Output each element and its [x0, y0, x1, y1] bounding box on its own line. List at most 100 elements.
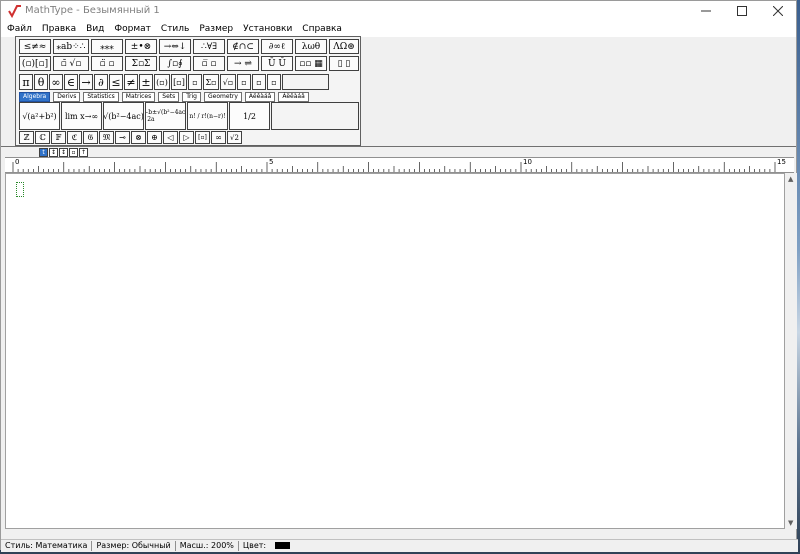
menu-size[interactable]: Размер	[199, 24, 233, 34]
template-quadratic-formula[interactable]: −b±√(b²−4ac) / 2a	[145, 102, 186, 130]
bottom-symbol-left-triangle[interactable]: ◁	[163, 131, 178, 144]
template-hypotenuse[interactable]: √(a²+b²)	[19, 102, 60, 130]
menu-view[interactable]: Вид	[86, 24, 104, 34]
palette-boxes-button[interactable]: ▯ ▯	[329, 56, 359, 71]
template-discriminant[interactable]: √(b²−4ac)	[103, 102, 144, 130]
bottom-template-sqrt2[interactable]: √2	[227, 131, 242, 144]
palette-relations-button[interactable]: ≤≠≈	[19, 39, 51, 54]
symbol-leq-button[interactable]: ≤	[109, 74, 123, 90]
bottom-symbol-fraktur-c[interactable]: ℭ	[67, 131, 82, 144]
template-superscript-button[interactable]: ▫	[237, 74, 251, 90]
menu-edit[interactable]: Правка	[42, 24, 76, 34]
palette-bottom-row: ℤ ℂ 𝔽 ℭ 𝔊 𝔐 ⊸ ⊗ ⊕ ◁ ▷ [▫] ∞ √2	[19, 131, 243, 144]
palette-greek-upper-button[interactable]: ΛΩ⊛	[329, 39, 359, 54]
palette-bars-button[interactable]: ▫̅ ▫	[193, 56, 225, 71]
template-sum-button[interactable]: Σ▫	[203, 74, 219, 90]
size-toolbar: t ↕ ↕ ▫ ↑	[39, 148, 89, 157]
tab-statistics[interactable]: Statistics	[83, 92, 119, 102]
size-subsymbol-button[interactable]: ↑	[79, 148, 88, 157]
symbol-arrow-button[interactable]: →	[79, 74, 93, 90]
horizontal-scrollbar[interactable]	[5, 529, 785, 539]
template-combination[interactable]: n! / r!(n−r)!	[187, 102, 228, 130]
bottom-symbol-multimap[interactable]: ⊸	[115, 131, 130, 144]
bottom-symbol-fraktur-g[interactable]: 𝔊	[83, 131, 98, 144]
bottom-symbol-field[interactable]: 𝔽	[51, 131, 66, 144]
ruler-label-5: 5	[269, 158, 274, 166]
tab-custom-1[interactable]: Àëêàáâ	[244, 92, 276, 102]
template-parentheses-button[interactable]: (▫)	[154, 74, 170, 90]
palette-labeled-arrows-button[interactable]: → ⇌	[227, 56, 259, 71]
bottom-symbol-integers[interactable]: ℤ	[19, 131, 34, 144]
bottom-symbol-right-triangle[interactable]: ▷	[179, 131, 194, 144]
status-size: Размер: Обычный	[92, 541, 176, 551]
size-subsub-button[interactable]: ↕	[59, 148, 68, 157]
menu-help[interactable]: Справка	[302, 24, 342, 34]
close-button[interactable]	[760, 1, 796, 21]
palette-fences-button[interactable]: (▫)[▫]	[19, 56, 51, 71]
tab-custom-2[interactable]: Àëêàáâ	[278, 92, 309, 102]
tab-matrices[interactable]: Matrices	[121, 92, 156, 102]
scroll-up-icon[interactable]: ▲	[788, 175, 793, 183]
palette-fractions-button[interactable]: ▫̄ √▫	[53, 56, 89, 71]
palette-logic-button[interactable]: ∴∀∃	[193, 39, 225, 54]
status-style: Стиль: Математика	[1, 541, 93, 551]
symbol-element-of-button[interactable]: ∈	[64, 74, 78, 90]
minimize-button[interactable]	[688, 1, 724, 21]
tab-trig[interactable]: Trig	[182, 92, 201, 102]
palette-embellishments-button[interactable]: ⁎⁎⁎	[91, 39, 123, 54]
symbol-theta-button[interactable]: θ	[34, 74, 48, 90]
symbol-partial-button[interactable]: ∂	[94, 74, 108, 90]
equation-editor-area[interactable]	[5, 173, 785, 529]
scroll-down-icon[interactable]: ▼	[788, 519, 793, 527]
palette-misc-button[interactable]: ∂∞ℓ	[261, 39, 293, 54]
bottom-template-bracket[interactable]: [▫]	[195, 131, 210, 144]
window-title: MathType - Безымянный 1	[25, 5, 160, 16]
ruler[interactable]: 0 5 10 15	[5, 157, 794, 173]
bottom-symbol-oplus[interactable]: ⊕	[147, 131, 162, 144]
symbol-pi-button[interactable]: π	[19, 74, 33, 90]
template-subscript-button[interactable]: ▫	[252, 74, 266, 90]
menu-file[interactable]: Файл	[7, 24, 32, 34]
palette-sets-button[interactable]: ∉∩⊂	[227, 39, 259, 54]
symbol-neq-button[interactable]: ≠	[124, 74, 138, 90]
menu-format[interactable]: Формат	[114, 24, 151, 34]
symbol-plusminus-button[interactable]: ±	[139, 74, 153, 90]
palette-products-button[interactable]: Ū Ŭ	[261, 56, 293, 71]
palette-symbols-row: π θ ∞ ∈ → ∂ ≤ ≠ ± (▫) [▫] ▫ Σ▫ √▫ ▫ ▫ ▫	[19, 74, 330, 90]
menu-preferences[interactable]: Установки	[243, 24, 292, 34]
template-overbar-button[interactable]: ▫	[267, 74, 281, 90]
template-brackets-button[interactable]: [▫]	[171, 74, 187, 90]
vertical-scrollbar[interactable]: ▲ ▼	[785, 173, 797, 529]
palette-greek-lower-button[interactable]: λωθ	[295, 39, 327, 54]
template-one-half[interactable]: 1/2	[229, 102, 270, 130]
size-sub-button[interactable]: ↕	[49, 148, 58, 157]
palette-spaces-button[interactable]: ⁎ab⁘∴	[53, 39, 89, 54]
mathtype-logo-icon	[8, 5, 21, 18]
status-color: Цвет:	[239, 541, 294, 551]
bottom-symbol-otimes[interactable]: ⊗	[131, 131, 146, 144]
palette-operators-button[interactable]: ±•⊗	[125, 39, 157, 54]
size-full-button[interactable]: t	[39, 148, 48, 157]
tab-sets[interactable]: Sets	[158, 92, 180, 102]
tab-geometry[interactable]: Geometry	[203, 92, 242, 102]
menu-style[interactable]: Стиль	[161, 24, 189, 34]
palette-subscripts-button[interactable]: ▫̈ ▫	[91, 56, 123, 71]
palette-matrices-button[interactable]: ▫▫ ▦	[295, 56, 327, 71]
bottom-symbol-fraktur-m[interactable]: 𝔐	[99, 131, 114, 144]
tab-derivs[interactable]: Derivs	[53, 92, 81, 102]
palette-arrows-button[interactable]: →⇔↓	[159, 39, 191, 54]
maximize-icon	[737, 6, 747, 16]
template-sqrt-button[interactable]: √▫	[220, 74, 236, 90]
bottom-symbol-complex[interactable]: ℂ	[35, 131, 50, 144]
palette-integrals-button[interactable]: ∫▫∮	[159, 56, 191, 71]
title-bar[interactable]: MathType - Безымянный 1	[1, 1, 796, 21]
insertion-slot[interactable]	[16, 182, 24, 197]
maximize-button[interactable]	[724, 1, 760, 21]
size-symbol-button[interactable]: ▫	[69, 148, 78, 157]
template-fraction-button[interactable]: ▫	[188, 74, 202, 90]
template-limit[interactable]: lim x→∞	[61, 102, 102, 130]
symbol-infinity-button[interactable]: ∞	[49, 74, 63, 90]
tab-algebra[interactable]: Algebra	[19, 92, 51, 102]
bottom-symbol-infinity[interactable]: ∞	[211, 131, 226, 144]
palette-sums-button[interactable]: Σ▫Σ	[125, 56, 157, 71]
